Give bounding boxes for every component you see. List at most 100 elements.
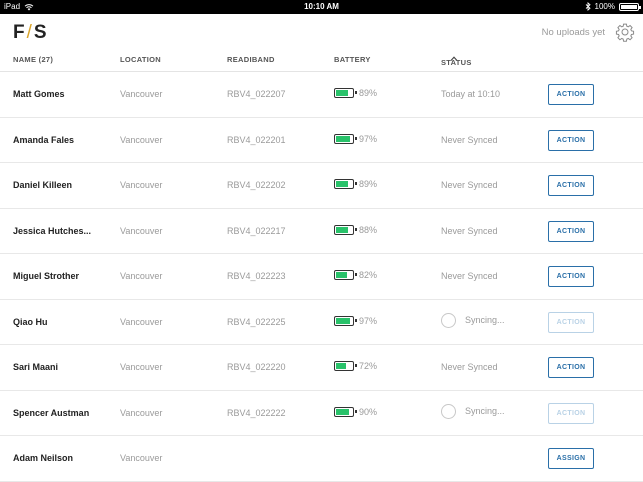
battery-fill: [336, 181, 348, 187]
battery-icon: [619, 2, 641, 11]
battery-fill: [336, 226, 348, 233]
athlete-table: Matt Gomes Vancouver RBV4_022207 89% Today a…: [0, 72, 643, 482]
gear-icon[interactable]: [615, 22, 635, 42]
sync-status-text: Syncing...: [465, 406, 505, 416]
table-row[interactable]: Amanda Fales Vancouver RBV4_022201 97% Never…: [0, 118, 643, 163]
athlete-location: Vancouver: [120, 316, 163, 327]
logo-letter-s: S: [33, 22, 48, 43]
readiband-id: RBV4_022217: [227, 225, 286, 236]
athlete-location: Vancouver: [120, 407, 163, 418]
readiband-id: RBV4_022207: [227, 89, 286, 99]
battery-icon: [334, 270, 357, 280]
sync-status: Syncing...: [441, 403, 505, 419]
battery-percent: 90%: [359, 406, 378, 417]
spinner-icon: [441, 403, 456, 419]
sync-status: Never Synced: [441, 362, 498, 372]
table-row[interactable]: Matt Gomes Vancouver RBV4_022207 89% Today a…: [0, 72, 643, 118]
battery-icon: [334, 315, 357, 326]
table-row[interactable]: Jessica Hutches... Vancouver RBV4_022217 88…: [0, 209, 643, 254]
action-button[interactable]: ACTION: [548, 311, 594, 333]
sync-status: Never Synced: [441, 225, 498, 236]
athlete-name: Jessica Hutches...: [13, 225, 92, 236]
battery-icon: [334, 88, 357, 98]
athlete-location: Vancouver: [120, 271, 163, 281]
battery-percent: 97%: [359, 133, 378, 144]
sync-status: Never Synced: [441, 134, 498, 145]
sync-status-text: Syncing...: [465, 315, 505, 325]
action-button[interactable]: ACTION: [548, 402, 594, 424]
battery-cell: 72%: [334, 361, 377, 371]
column-status-sort[interactable]: STATUS: [441, 55, 471, 67]
readiband-id: RBV4_022220: [227, 362, 286, 372]
table-row[interactable]: Adam Neilson Vancouver ASSIGN: [0, 436, 643, 482]
battery-fill: [336, 363, 346, 369]
readiband-id: RBV4_022201: [227, 134, 286, 145]
battery-fill: [336, 90, 348, 96]
action-button[interactable]: ACTION: [548, 175, 594, 196]
sync-status: Today at 10:10: [441, 89, 501, 99]
action-button[interactable]: ACTION: [548, 266, 594, 287]
app-header: F/S No uploads yet: [0, 14, 643, 52]
athlete-name: Amanda Fales: [13, 134, 75, 145]
table-row[interactable]: Sari Maani Vancouver RBV4_022220 72% Never S…: [0, 345, 643, 391]
table-row[interactable]: Miguel Strother Vancouver RBV4_022223 82% Ne…: [0, 254, 643, 300]
athlete-name: Matt Gomes: [13, 89, 65, 99]
readiband-id: RBV4_022223: [227, 271, 286, 281]
action-button[interactable]: ACTION: [548, 220, 594, 242]
battery-cell: 89%: [334, 179, 377, 189]
table-row[interactable]: Spencer Austman Vancouver RBV4_022222 90% Sy…: [0, 391, 643, 436]
logo-letter-f: F: [13, 22, 26, 43]
sync-status: Never Synced: [441, 180, 498, 190]
athlete-location: Vancouver: [120, 89, 163, 99]
readiband-id: RBV4_022202: [227, 180, 286, 190]
battery-icon: [334, 224, 357, 235]
readiband-id: RBV4_022225: [227, 316, 286, 327]
uploads-status: No uploads yet: [541, 27, 605, 38]
action-button[interactable]: ACTION: [548, 84, 594, 105]
battery-cell: 97%: [334, 133, 378, 144]
clock: 10:10 AM: [304, 2, 339, 11]
column-status[interactable]: STATUS: [441, 58, 472, 67]
ios-status-bar: iPad 10:10 AM 100%: [0, 0, 643, 14]
athlete-name: Adam Neilson: [13, 453, 74, 463]
athlete-location: Vancouver: [120, 134, 163, 145]
fs-logo: F/S: [13, 22, 48, 44]
athlete-name: Spencer Austman: [13, 407, 90, 418]
column-location[interactable]: LOCATION: [120, 55, 161, 64]
battery-percent: 89%: [359, 88, 378, 98]
column-battery[interactable]: BATTERY: [334, 55, 371, 64]
assign-button[interactable]: ASSIGN: [548, 448, 594, 469]
action-button[interactable]: ACTION: [548, 357, 594, 378]
battery-cell: 97%: [334, 315, 378, 326]
spinner-icon: [441, 312, 456, 328]
battery-icon: [334, 361, 357, 371]
battery-percent: 82%: [359, 270, 378, 280]
column-name[interactable]: NAME (27): [13, 55, 53, 64]
battery-icon: [334, 179, 357, 189]
bluetooth-icon: [585, 2, 591, 11]
sync-status: Never Synced: [441, 271, 498, 281]
athlete-name: Miguel Strother: [13, 271, 80, 281]
battery-fill: [336, 408, 349, 415]
table-header: NAME (27) LOCATION READIBAND BATTERY STA…: [0, 52, 643, 72]
athlete-name: Qiao Hu: [13, 316, 48, 327]
readiband-id: RBV4_022222: [227, 407, 286, 418]
battery-cell: 90%: [334, 406, 378, 417]
battery-percent: 88%: [359, 224, 378, 235]
battery-fill: [336, 317, 350, 324]
column-readiband[interactable]: READIBAND: [227, 55, 275, 64]
sync-status: Syncing...: [441, 312, 505, 328]
battery-cell: 88%: [334, 224, 378, 235]
battery-percent: 89%: [359, 179, 378, 189]
athlete-location: Vancouver: [120, 362, 163, 372]
athlete-name: Daniel Killeen: [13, 180, 73, 190]
battery-percent: 97%: [359, 315, 378, 326]
battery-percent: 72%: [359, 361, 378, 371]
action-button[interactable]: ACTION: [548, 129, 594, 151]
table-row[interactable]: Qiao Hu Vancouver RBV4_022225 97% Syncing...…: [0, 300, 643, 345]
battery-icon: [334, 133, 357, 144]
table-row[interactable]: Daniel Killeen Vancouver RBV4_022202 89% Nev…: [0, 163, 643, 209]
athlete-name: Sari Maani: [13, 362, 59, 372]
status-bar-right: 100%: [585, 2, 641, 11]
athlete-location: Vancouver: [120, 180, 163, 190]
